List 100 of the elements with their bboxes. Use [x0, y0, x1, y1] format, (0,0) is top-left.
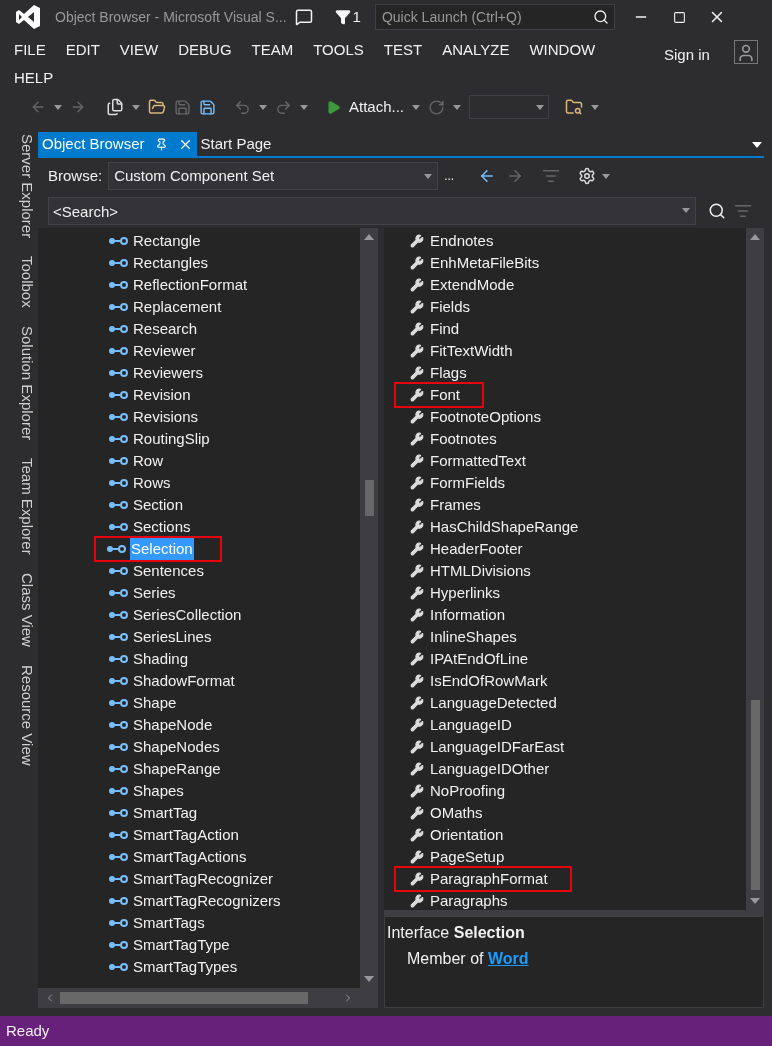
menu-item[interactable]: DEBUG	[178, 40, 232, 60]
open-folder-icon[interactable]	[148, 98, 166, 116]
side-tab[interactable]: Solution Explorer	[10, 325, 38, 441]
object-item[interactable]: Reviewer	[108, 340, 199, 362]
object-item[interactable]: ShapeNode	[108, 714, 216, 736]
document-tab[interactable]: Start Page	[196, 132, 276, 156]
side-tab[interactable]: Server Explorer	[10, 134, 38, 239]
settings-icon[interactable]	[578, 167, 597, 185]
object-item[interactable]: ShapeNodes	[108, 736, 223, 758]
scrollbar[interactable]	[746, 228, 764, 910]
notification-count[interactable]: 1	[352, 5, 361, 29]
object-item[interactable]: SmartTagType	[108, 934, 233, 956]
search-field[interactable]: <Search>	[48, 197, 696, 225]
more-button[interactable]: ...	[444, 167, 455, 185]
menu-item[interactable]: TEST	[383, 40, 423, 60]
member-item[interactable]: FootnoteOptions	[410, 406, 541, 428]
object-item[interactable]: SmartTagTypes	[108, 956, 241, 978]
object-item[interactable]: SeriesCollection	[108, 604, 245, 626]
object-item[interactable]: SmartTag	[108, 802, 201, 824]
browse-dropdown[interactable]: Custom Component Set	[108, 162, 439, 190]
member-item[interactable]: HasChildShapeRange	[410, 516, 579, 538]
word-link[interactable]: Word	[487, 950, 529, 967]
member-item[interactable]: FitTextWidth	[410, 340, 513, 362]
member-item[interactable]: IPAtEndOfLine	[410, 648, 529, 670]
object-item[interactable]: Series	[108, 582, 179, 604]
member-item[interactable]: InlineShapes	[410, 626, 517, 648]
member-item[interactable]: NoProofing	[410, 780, 506, 802]
object-item[interactable]: Replacement	[108, 296, 225, 318]
object-item[interactable]: Section	[108, 494, 187, 516]
object-item[interactable]: Reviewers	[108, 362, 207, 384]
side-tab[interactable]: Resource View	[10, 664, 38, 766]
member-item[interactable]: LanguageIDFarEast	[410, 736, 565, 758]
undo-icon[interactable]	[234, 98, 251, 116]
find-folder-icon[interactable]	[565, 98, 584, 116]
search-icon[interactable]	[592, 9, 609, 25]
maximize-icon[interactable]	[672, 10, 686, 24]
member-item[interactable]: Frames	[410, 494, 481, 516]
play-icon[interactable]	[326, 99, 341, 115]
object-item[interactable]: Revision	[108, 384, 194, 406]
menu-item[interactable]: TEAM	[251, 40, 294, 60]
pin-icon[interactable]	[154, 137, 168, 151]
menu-item[interactable]: TOOLS	[313, 40, 364, 60]
menu-item[interactable]: HELP	[14, 68, 54, 88]
member-item[interactable]: FormattedText	[410, 450, 526, 472]
object-item[interactable]: ReflectionFormat	[108, 274, 251, 296]
scroll-up-icon[interactable]	[364, 234, 374, 240]
object-item[interactable]: SmartTagRecognizers	[108, 890, 284, 912]
member-item[interactable]: Paragraphs	[410, 890, 508, 910]
member-item[interactable]: ParagraphFormat	[396, 868, 570, 890]
member-item[interactable]: HTMLDivisions	[410, 560, 531, 582]
object-item[interactable]: Rectangle	[108, 230, 204, 252]
feedback-icon[interactable]	[294, 8, 313, 26]
side-tab[interactable]: Toolbox	[10, 256, 38, 308]
member-item[interactable]: PageSetup	[410, 846, 505, 868]
search-icon[interactable]	[708, 202, 726, 220]
save-icon[interactable]	[174, 98, 191, 116]
object-item[interactable]: RoutingSlip	[108, 428, 213, 450]
object-item[interactable]: SmartTagActions	[108, 846, 250, 868]
object-item[interactable]: ShadowFormat	[108, 670, 238, 692]
member-item[interactable]: Orientation	[410, 824, 504, 846]
scroll-thumb[interactable]	[364, 480, 374, 516]
side-tab[interactable]: Team Explorer	[10, 458, 38, 555]
menu-item[interactable]: ANALYZE	[442, 40, 510, 60]
menu-item[interactable]: FILE	[14, 40, 46, 60]
member-item[interactable]: Footnotes	[410, 428, 497, 450]
member-item[interactable]: IsEndOfRowMark	[410, 670, 548, 692]
member-item[interactable]: OMaths	[410, 802, 483, 824]
menu-item[interactable]: VIEW	[119, 40, 159, 60]
scroll-up-icon[interactable]	[750, 234, 760, 240]
member-item[interactable]: Hyperlinks	[410, 582, 501, 604]
object-item[interactable]: Shape	[108, 692, 180, 714]
object-item[interactable]: SmartTagRecognizer	[108, 868, 277, 890]
member-item[interactable]: Font	[396, 384, 482, 406]
side-tab[interactable]: Class View	[10, 572, 38, 647]
sign-in-link[interactable]: Sign in	[664, 44, 710, 90]
member-item[interactable]: LanguageDetected	[410, 692, 557, 714]
save-all-icon[interactable]	[199, 98, 216, 116]
scroll-thumb[interactable]	[60, 992, 308, 1004]
member-item[interactable]: Find	[410, 318, 460, 340]
member-item[interactable]: LanguageIDOther	[410, 758, 550, 780]
quick-launch-field[interactable]: Quick Launch (Ctrl+Q)	[374, 4, 615, 30]
object-item[interactable]: Shapes	[108, 780, 187, 802]
object-item[interactable]: Shading	[108, 648, 192, 670]
member-item[interactable]: FormFields	[410, 472, 505, 494]
object-item[interactable]: Revisions	[108, 406, 202, 428]
object-item[interactable]: Row	[108, 450, 166, 472]
redo-icon[interactable]	[275, 98, 292, 116]
account-icon[interactable]	[733, 40, 758, 64]
object-item[interactable]: Rectangles	[108, 252, 212, 274]
member-item[interactable]: Information	[410, 604, 506, 626]
forward-icon[interactable]	[70, 99, 86, 115]
menu-item[interactable]: WINDOW	[529, 40, 596, 60]
object-item[interactable]: Rows	[108, 472, 174, 494]
notification-icon[interactable]	[334, 9, 351, 25]
member-item[interactable]: Flags	[410, 362, 467, 384]
object-item[interactable]: SmartTagAction	[108, 824, 242, 846]
member-item[interactable]: LanguageID	[410, 714, 512, 736]
document-tab[interactable]: Object Browser	[38, 132, 197, 156]
caret-icon[interactable]	[752, 142, 762, 148]
member-item[interactable]: ExtendMode	[410, 274, 515, 296]
